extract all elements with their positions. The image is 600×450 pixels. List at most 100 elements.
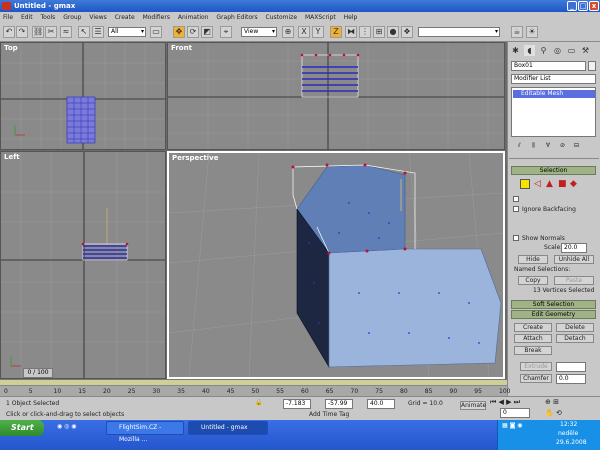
select-by-name-icon[interactable]: ☰ — [92, 26, 104, 38]
z-coordinate-field[interactable]: 40.0 — [367, 399, 395, 409]
lock-selection-icon[interactable]: 🔒 — [255, 399, 262, 406]
axis-z-icon[interactable]: Z — [330, 26, 342, 38]
menu-graph-editors[interactable]: Graph Editors — [213, 12, 260, 23]
viewport-left[interactable]: Left — [0, 151, 166, 379]
link-icon[interactable]: ⛓ — [32, 26, 44, 38]
x-coordinate-field[interactable]: -7.183 — [283, 399, 311, 409]
timeline[interactable]: 0 / 100 0 5 10 15 20 25 30 35 40 45 50 55 60 65 70 75 80… — [0, 368, 510, 396]
create-button[interactable]: Create — [514, 323, 552, 332]
selection-region-icon[interactable]: ▭ — [150, 26, 162, 38]
close-button[interactable]: x — [589, 1, 599, 11]
maximize-button[interactable]: □ — [578, 1, 588, 11]
axis-x-icon[interactable]: X — [298, 26, 310, 38]
title-bar[interactable]: Untitled - gmax _ □ x — [0, 0, 600, 12]
object-name-field[interactable]: Box01 — [511, 61, 586, 71]
align-icon[interactable]: ⊞ — [373, 26, 385, 38]
use-pivot-icon[interactable]: ⊕ — [282, 26, 294, 38]
menu-customize[interactable]: Customize — [263, 12, 301, 23]
face-level-icon[interactable]: ▲ — [546, 179, 553, 189]
paste-button[interactable]: Paste — [554, 276, 594, 285]
taskbar-firefox[interactable]: FlightSim.CZ - Mozilla ... — [106, 421, 184, 443]
zoom-icon[interactable]: ⊕ ⊞ — [545, 398, 559, 406]
track-bar[interactable] — [0, 380, 507, 386]
extrude-button[interactable]: Extrude — [520, 362, 552, 371]
detach-button[interactable]: Detach — [556, 334, 594, 343]
scale-field[interactable]: 20.0 — [561, 243, 587, 253]
menu-tools[interactable]: Tools — [38, 12, 59, 23]
start-button[interactable]: Start — [0, 420, 44, 436]
snap-icon[interactable]: ⌖ — [220, 26, 232, 38]
redo-icon[interactable]: ↷ — [16, 26, 28, 38]
select-scale-icon[interactable]: ◩ — [201, 26, 213, 38]
soft-selection-rollout-header[interactable]: Soft Selection — [511, 300, 596, 309]
hierarchy-tab-icon[interactable]: ⚲ — [538, 45, 549, 56]
select-object-icon[interactable]: ↖ — [78, 26, 90, 38]
menu-views[interactable]: Views — [86, 12, 109, 23]
object-color-swatch[interactable] — [588, 61, 596, 71]
show-end-result-icon[interactable]: ⫼ — [532, 142, 535, 150]
hide-button[interactable]: Hide — [518, 255, 548, 264]
menu-animation[interactable]: Animation — [175, 12, 212, 23]
polygon-level-icon[interactable]: ■ — [558, 179, 567, 189]
modify-tab-icon[interactable]: ◖ — [524, 45, 535, 56]
tray-icons[interactable]: ▦ ◙ ◉ — [502, 422, 523, 429]
menu-file[interactable]: File — [0, 12, 16, 23]
mirror-icon[interactable]: ⧓ — [345, 26, 357, 38]
render-icon[interactable]: ❖ — [401, 26, 413, 38]
viewport-perspective[interactable]: Perspective — [167, 151, 505, 379]
ignore-backfacing-checkbox[interactable] — [513, 206, 519, 212]
reference-coordinate-dropdown[interactable]: View — [241, 27, 277, 37]
stack-item-editable-mesh[interactable]: Editable Mesh — [513, 90, 595, 98]
teapot-render-icon[interactable]: ☕ — [511, 26, 523, 38]
utilities-tab-icon[interactable]: ⚒ — [580, 45, 591, 56]
menu-help[interactable]: Help — [341, 12, 361, 23]
named-selection-dropdown[interactable] — [418, 27, 500, 37]
edge-level-icon[interactable]: ◁ — [534, 179, 541, 189]
add-time-tag[interactable]: Add Time Tag — [309, 411, 349, 418]
copy-button[interactable]: Copy — [518, 276, 548, 285]
material-editor-icon[interactable]: ● — [387, 26, 399, 38]
array-icon[interactable]: ⋮ — [359, 26, 371, 38]
motion-tab-icon[interactable]: ◎ — [552, 45, 563, 56]
attach-button[interactable]: Attach — [514, 334, 552, 343]
playback-controls-icon[interactable]: ⏮ ◀ ▶ ⏭ — [490, 398, 520, 407]
create-tab-icon[interactable]: ✱ — [510, 45, 521, 56]
display-tab-icon[interactable]: ▭ — [566, 45, 577, 56]
edit-geometry-rollout-header[interactable]: Edit Geometry — [511, 310, 596, 319]
modifier-list-dropdown[interactable]: Modifier List — [511, 74, 596, 84]
select-rotate-icon[interactable]: ⟳ — [187, 26, 199, 38]
menu-edit[interactable]: Edit — [18, 12, 36, 23]
remove-modifier-icon[interactable]: ⊘ — [560, 142, 565, 149]
vertex-level-icon[interactable] — [520, 179, 530, 189]
configure-sets-icon[interactable]: ⊟ — [574, 142, 579, 149]
by-vertex-checkbox[interactable] — [513, 196, 519, 202]
quick-launch-icons[interactable]: ◉ ◎ ◉ — [57, 423, 77, 430]
delete-button[interactable]: Delete — [556, 323, 594, 332]
break-button[interactable]: Break — [514, 346, 552, 355]
menu-modifiers[interactable]: Modifiers — [140, 12, 173, 23]
chamfer-button[interactable]: Chamfer — [520, 374, 552, 383]
axis-y-icon[interactable]: Y — [312, 26, 324, 38]
selection-rollout-header[interactable]: Selection — [511, 166, 596, 175]
minimize-button[interactable]: _ — [567, 1, 577, 11]
pan-icon[interactable]: ✋ ⟲ — [545, 409, 562, 417]
undo-icon[interactable]: ↶ — [3, 26, 15, 38]
element-level-icon[interactable]: ◆ — [570, 179, 577, 189]
quick-render-icon[interactable]: ☀ — [526, 26, 538, 38]
time-slider[interactable]: 0 / 100 — [23, 368, 53, 378]
unlink-icon[interactable]: ✂ — [45, 26, 57, 38]
unhide-all-button[interactable]: Unhide All — [554, 255, 594, 264]
menu-group[interactable]: Group — [60, 12, 84, 23]
menu-create[interactable]: Create — [112, 12, 138, 23]
show-normals-checkbox[interactable] — [513, 235, 519, 241]
animate-button[interactable]: Animate — [460, 401, 486, 410]
viewport-top[interactable]: Top — [0, 42, 166, 150]
chamfer-field[interactable]: 0.0 — [556, 374, 586, 384]
pin-stack-icon[interactable]: ⫽ — [518, 142, 521, 150]
selection-filter-dropdown[interactable]: All — [108, 27, 146, 37]
extrude-field[interactable] — [556, 362, 586, 372]
menu-maxscript[interactable]: MAXScript — [302, 12, 339, 23]
viewport-front[interactable]: Front — [167, 42, 505, 150]
bind-space-warp-icon[interactable]: ≈ — [60, 26, 72, 38]
current-frame-field[interactable]: 0 — [500, 408, 530, 418]
